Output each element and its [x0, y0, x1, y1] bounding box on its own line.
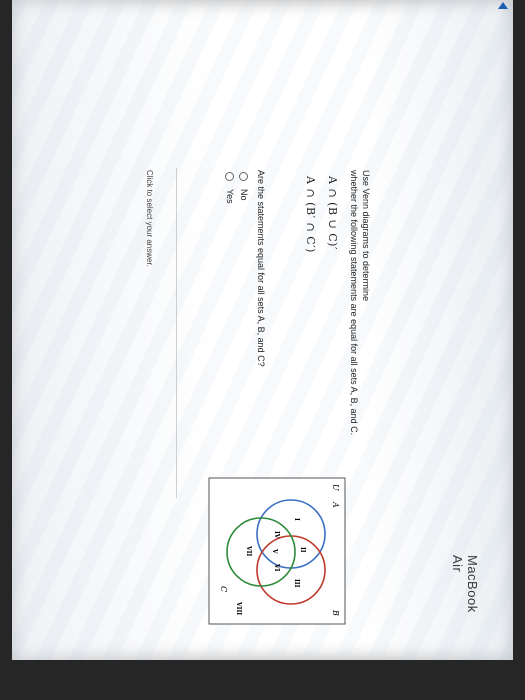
answer-option-label: Yes — [225, 189, 235, 204]
region-label-i: I — [293, 518, 300, 521]
region-label-vi: VI — [273, 563, 280, 572]
radio-circle-icon[interactable] — [239, 172, 249, 181]
instruction-text: Use Venn diagrams to determine — [361, 170, 371, 302]
venn-diagram: U A B C I II III IV V VI VII VIII — [208, 477, 346, 625]
instruction-text-cont: whether the following statements are equ… — [349, 170, 359, 436]
answer-option-no[interactable]: No — [239, 172, 249, 201]
laptop-screen: Use Venn diagrams to determine whether t… — [12, 0, 513, 660]
radio-circle-icon[interactable] — [225, 172, 235, 181]
question-page: Use Venn diagrams to determine whether t… — [17, 150, 513, 660]
answer-option-label: No — [239, 189, 249, 201]
set-a-label: A — [331, 501, 340, 508]
divider — [176, 168, 177, 498]
question-text: Are the statements equal for all sets A,… — [256, 170, 266, 367]
statement-1: A ∩ (B ∪ C)′ — [326, 176, 339, 250]
universe-label: U — [331, 484, 340, 491]
answer-option-yes[interactable]: Yes — [225, 172, 235, 204]
region-label-ii: II — [299, 547, 306, 553]
region-label-iv: IV — [273, 531, 280, 539]
region-label-viii: VIII — [235, 601, 242, 615]
click-hint: Click to select your answer. — [145, 170, 154, 267]
set-b-label: B — [331, 609, 340, 616]
region-label-vii: VII — [245, 545, 252, 556]
statement-2: A ∩ (B′ ∩ C′) — [304, 176, 317, 253]
device-label: MacBook Air — [450, 555, 480, 613]
region-label-v: V — [271, 548, 278, 554]
region-label-iii: III — [293, 579, 300, 588]
cursor-marker-icon — [498, 2, 508, 9]
set-c-label: C — [219, 586, 228, 592]
